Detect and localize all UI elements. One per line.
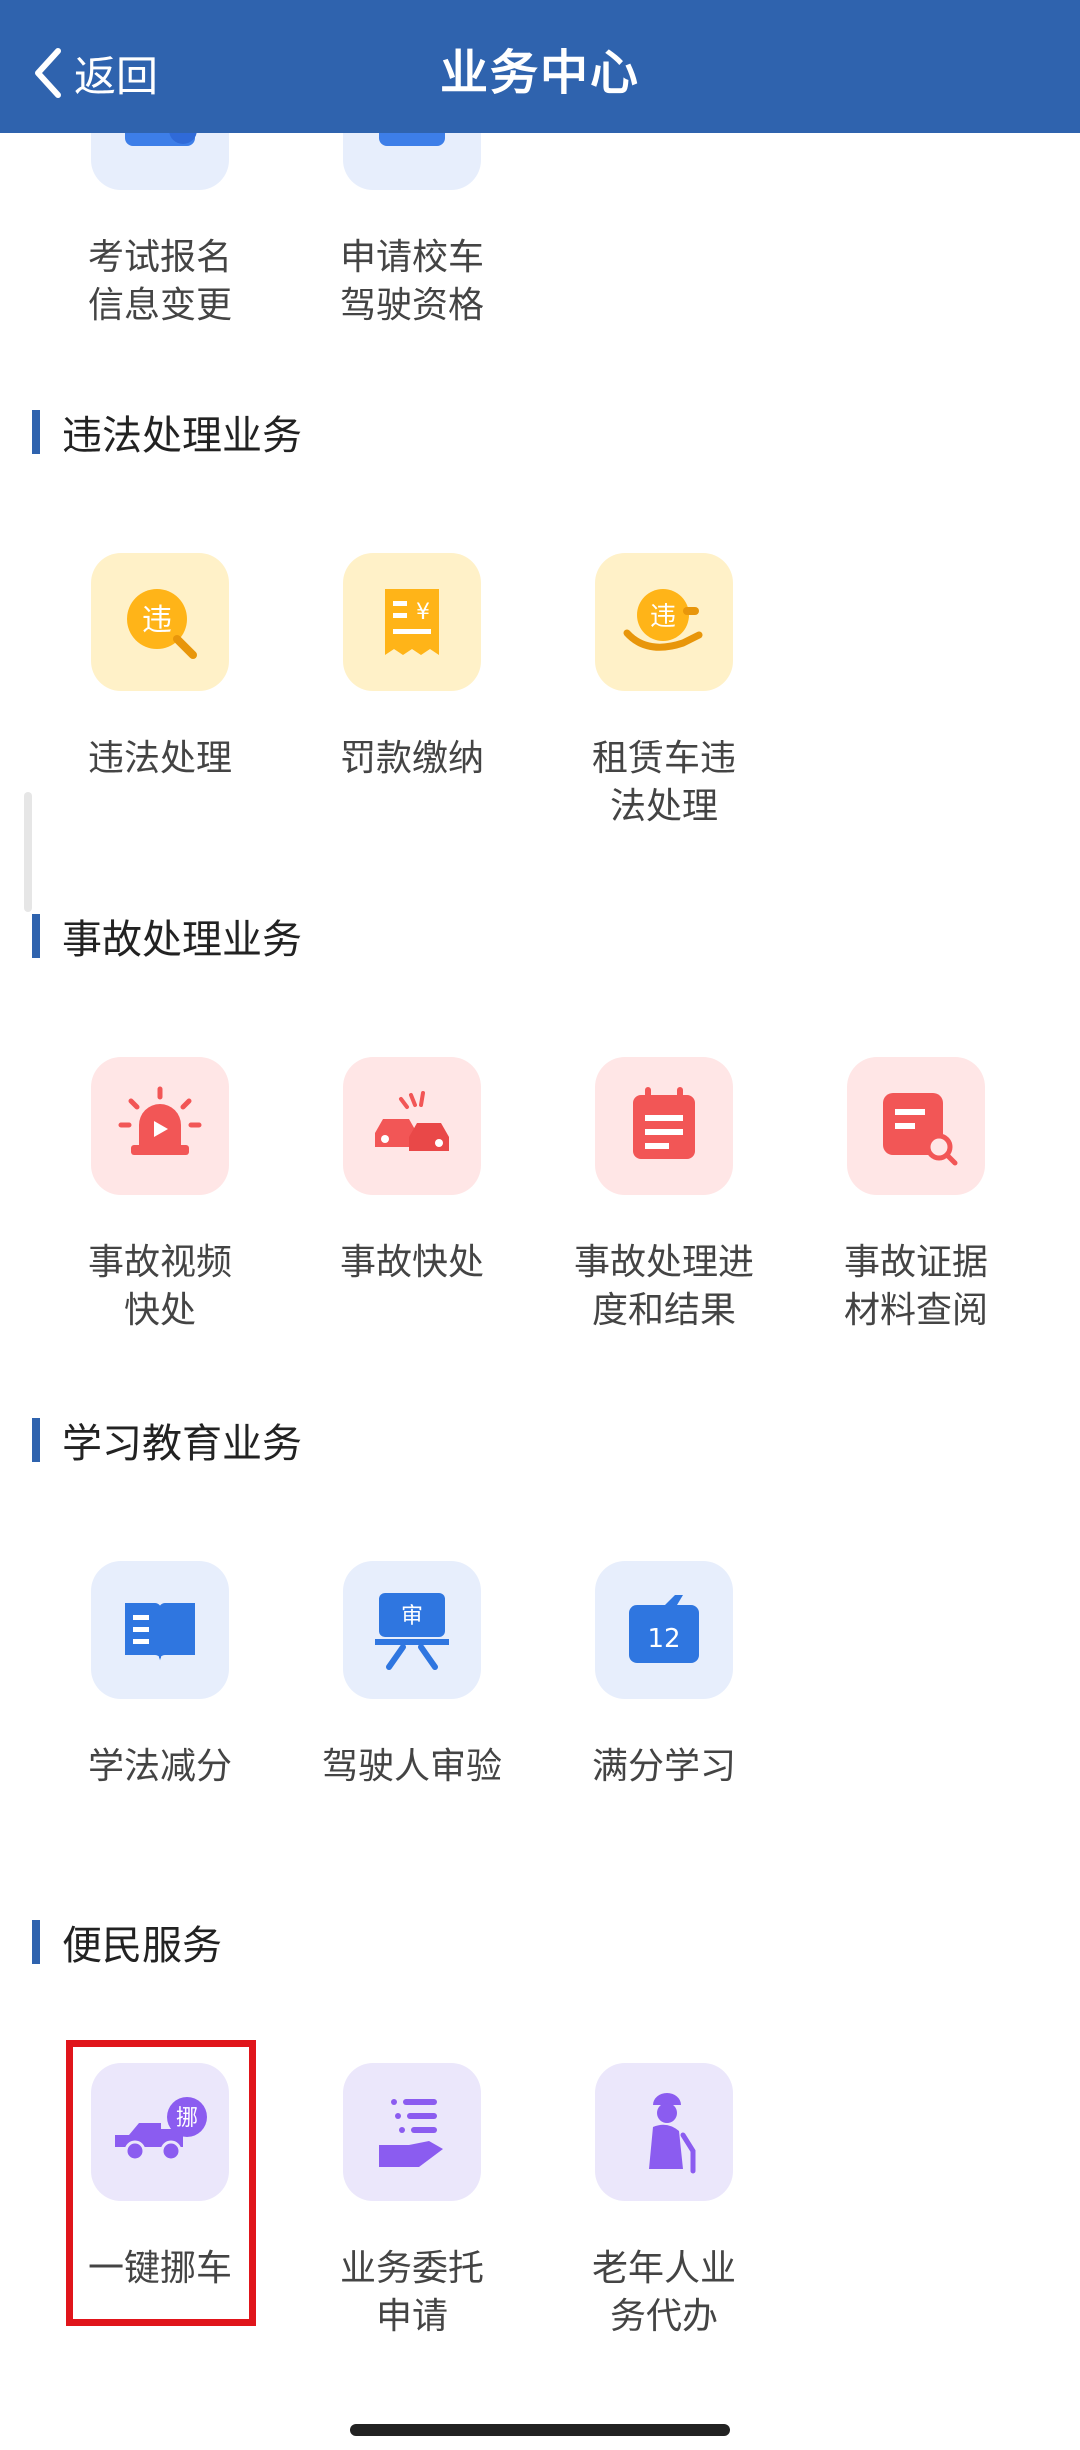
grid-item-label: 事故证据 材料查阅 [843,1242,988,1331]
grid-item-elderly-proxy[interactable]: 老年人业 务代办 [554,2063,774,2341]
book-icon [91,1561,229,1699]
svg-text:¥: ¥ [416,600,430,625]
scroll-indicator[interactable] [24,792,32,912]
grid-item-violation-handling[interactable]: 违 违法处理 [50,553,270,783]
svg-text:违: 违 [650,602,676,632]
grid-item-label: 事故处理进 度和结果 [573,1242,754,1331]
grid-item-label: 考试报名 信息变更 [87,237,232,326]
section-title-convenience: 便民服务 [32,1912,222,1972]
section-title-text: 事故处理业务 [62,917,302,963]
svg-text:违: 违 [142,603,172,638]
business-center-page: 考试报名 信息变更 申请校车 驾驶资格 返回 业务中心 违法处理业务 违 违法处… [0,0,1080,2450]
grid-item-label: 违法处理 [87,738,232,779]
document-search-icon [847,1057,985,1195]
calendar-12-icon: 12 [595,1561,733,1699]
grid-item-label: 申请校车 驾驶资格 [339,237,484,326]
grid-item-label: 事故视频 快处 [87,1242,232,1331]
grid-item-label: 业务委托 申请 [339,2248,484,2337]
top-navigation-bar: 返回 业务中心 [0,0,1080,133]
grid-item-accident-evidence[interactable]: 事故证据 材料查阅 [806,1057,1026,1335]
grid-item-accident-quick[interactable]: 事故快处 [302,1057,522,1287]
section-accent-bar [32,410,40,454]
section-title-violation: 违法处理业务 [32,402,302,462]
section-title-text: 便民服务 [62,1923,222,1969]
grid-item-accident-progress[interactable]: 事故处理进 度和结果 [554,1057,774,1335]
review-board-icon: 审 [343,1561,481,1699]
video-siren-icon [91,1057,229,1195]
home-indicator[interactable] [350,2424,730,2436]
grid-item-label: 学法减分 [87,1746,232,1787]
grid-item-accident-video[interactable]: 事故视频 快处 [50,1057,270,1335]
rental-violation-icon: 违 [595,553,733,691]
section-title-text: 违法处理业务 [62,413,302,459]
section-title-education: 学习教育业务 [32,1410,302,1470]
grid-item-label: 罚款缴纳 [339,738,484,779]
section-accent-bar [32,1418,40,1462]
grid-item-label: 老年人业 务代办 [591,2248,736,2337]
violation-search-icon: 违 [91,553,229,691]
grid-item-rental-violation[interactable]: 违 租赁车违 法处理 [554,553,774,831]
car-crash-icon [343,1057,481,1195]
grid-item-fine-payment[interactable]: ¥ 罚款缴纳 [302,553,522,783]
grid-item-label: 满分学习 [591,1746,736,1787]
grid-item-full-score-study[interactable]: 12 满分学习 [554,1561,774,1791]
grid-item-label: 驾驶人审验 [321,1746,502,1787]
elderly-icon [595,2063,733,2201]
grid-item-entrust[interactable]: 业务委托 申请 [302,2063,522,2341]
review-badge-text: 审 [401,1604,423,1629]
hand-list-icon [343,2063,481,2201]
fine-receipt-icon: ¥ [343,553,481,691]
section-title-accident: 事故处理业务 [32,906,302,966]
section-accent-bar [32,1920,40,1964]
page-title: 业务中心 [439,45,640,101]
calendar-badge-text: 12 [647,1624,680,1654]
section-accent-bar [32,914,40,958]
selection-highlight-box [66,2040,256,2326]
grid-item-study-deduct[interactable]: 学法减分 [50,1561,270,1791]
grid-item-label: 租赁车违 法处理 [591,738,736,827]
calendar-progress-icon [595,1057,733,1195]
grid-item-driver-review[interactable]: 审 驾驶人审验 [302,1561,522,1791]
grid-item-label: 事故快处 [339,1242,484,1283]
section-title-text: 学习教育业务 [62,1421,302,1467]
